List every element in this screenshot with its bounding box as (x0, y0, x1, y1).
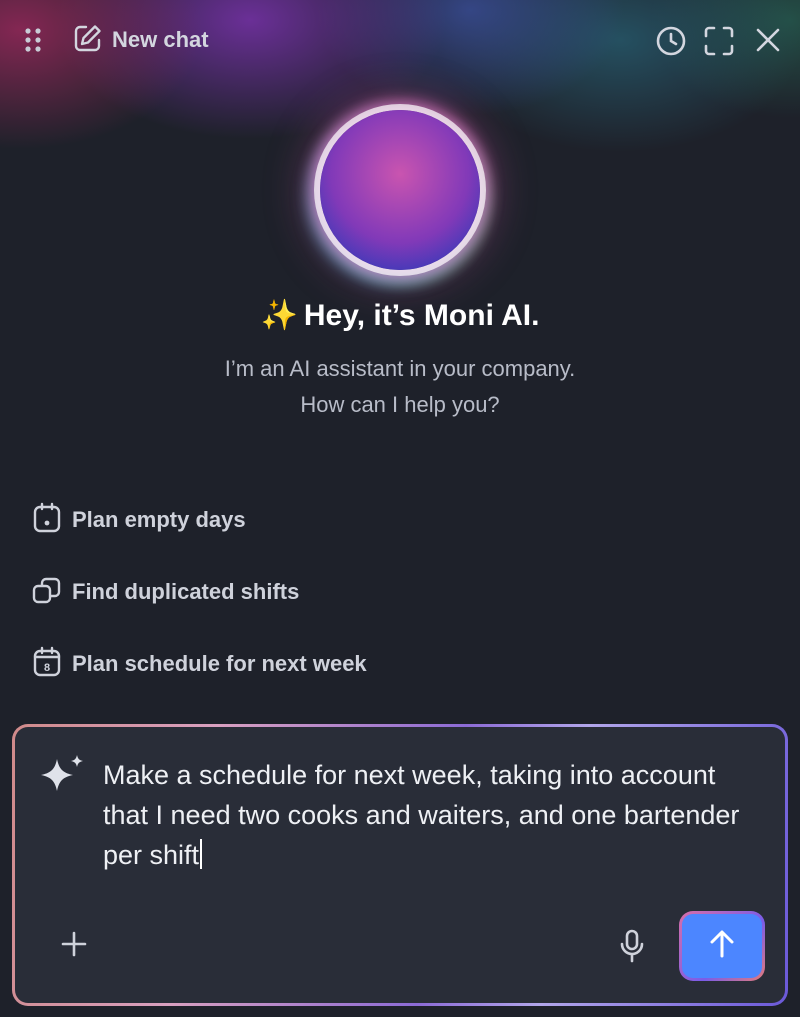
hero-subtitle-line-2: How can I help you? (300, 392, 500, 417)
suggestion-plan-schedule-next-week[interactable]: 8 Plan schedule for next week (32, 644, 367, 684)
suggestion-find-duplicated-shifts[interactable]: Find duplicated shifts (32, 572, 299, 612)
plus-icon[interactable] (57, 927, 91, 961)
new-chat-label: New chat (112, 27, 209, 52)
suggestion-label: Plan empty days (72, 507, 246, 532)
top-bar: New chat (0, 0, 800, 80)
drag-handle-icon[interactable] (18, 24, 48, 56)
send-button[interactable] (679, 911, 765, 981)
duplicate-icon (32, 574, 62, 611)
suggestion-plan-empty-days[interactable]: Plan empty days (32, 500, 246, 540)
expand-icon[interactable] (702, 24, 736, 58)
send-button-face (682, 914, 762, 978)
history-icon[interactable] (654, 24, 688, 58)
microphone-icon[interactable] (615, 927, 649, 965)
composer: Make a schedule for next week, taking in… (12, 724, 788, 1006)
text-caret (200, 839, 203, 869)
suggestion-label: Plan schedule for next week (72, 651, 367, 676)
sparkles-emoji: ✨ (260, 299, 298, 332)
suggestion-label: Find duplicated shifts (72, 579, 300, 604)
edit-icon (72, 22, 104, 59)
calendar-dot-icon (32, 502, 62, 539)
sparkle-icon (39, 753, 89, 798)
close-icon[interactable] (752, 24, 784, 56)
svg-text:8: 8 (44, 662, 50, 674)
hero-title-text: Hey, it’s Moni AI. (303, 299, 540, 332)
hero-title: ✨ Hey, it’s Moni AI. (0, 298, 800, 333)
new-chat-button[interactable]: New chat (72, 24, 209, 56)
composer-body: Make a schedule for next week, taking in… (15, 727, 785, 1003)
arrow-up-icon (708, 929, 736, 964)
calendar-8-icon: 8 (32, 646, 62, 683)
hero-subtitle-line-1: I’m an AI assistant in your company. (224, 356, 576, 381)
ai-orb (320, 110, 480, 270)
message-input[interactable]: Make a schedule for next week, taking in… (103, 755, 753, 875)
